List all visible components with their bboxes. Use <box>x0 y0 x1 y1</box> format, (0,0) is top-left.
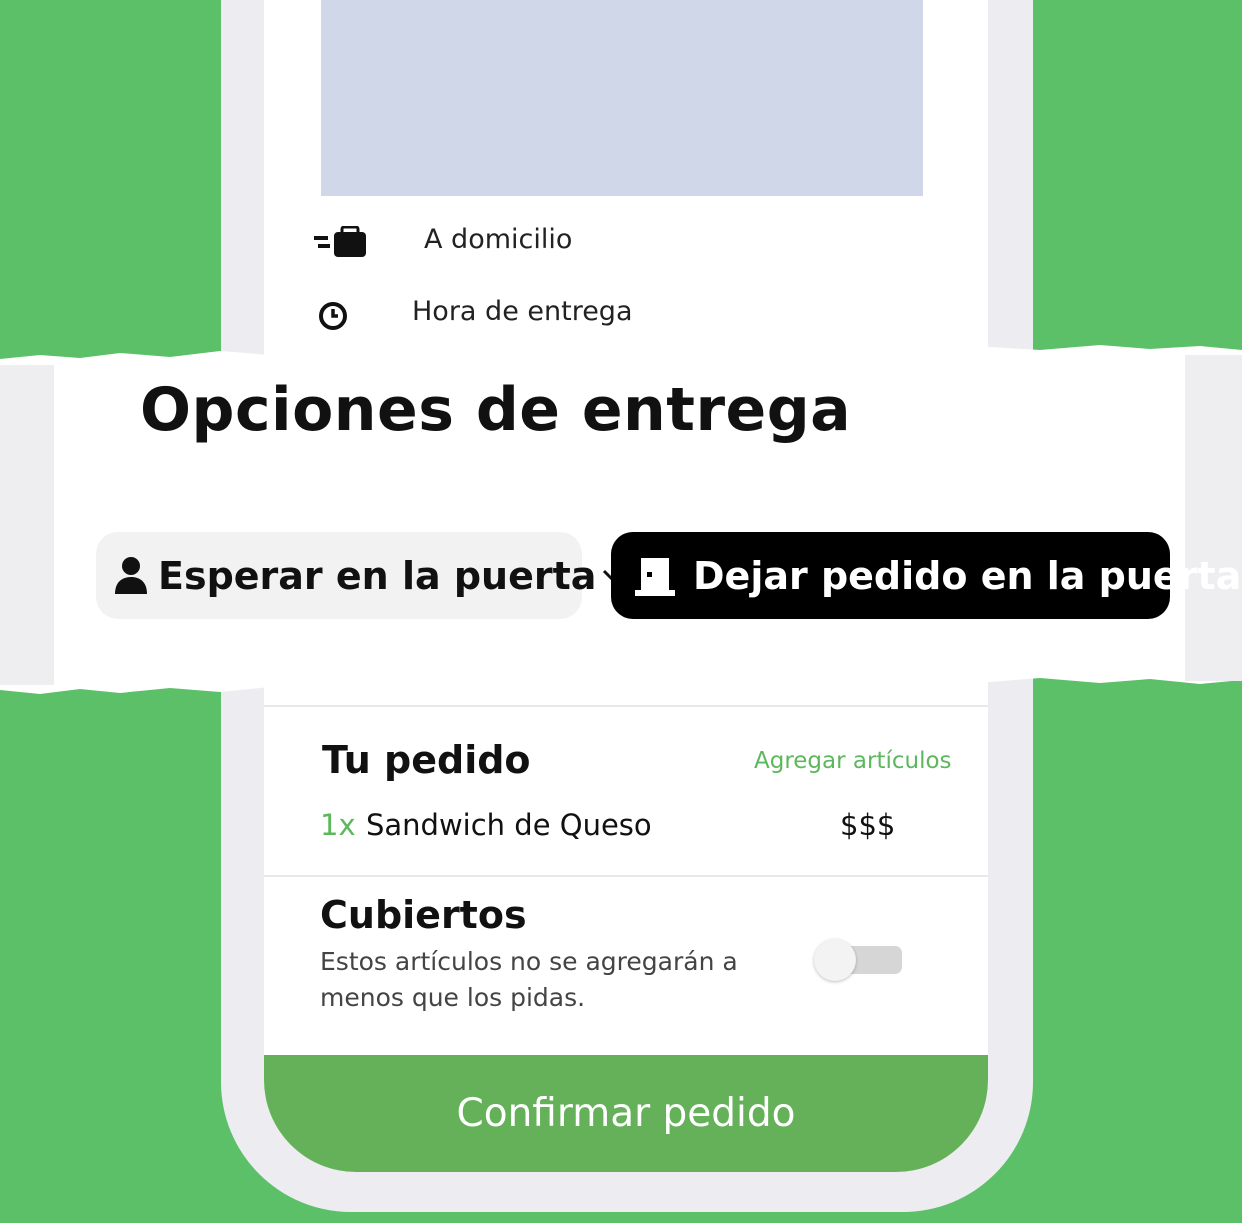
leave-at-door-label: Dejar pedido en la puerta <box>693 553 1242 598</box>
item-price: $$$ <box>840 808 896 842</box>
banner-title: Opciones de entrega <box>140 375 852 445</box>
item-name: Sandwich de Queso <box>366 808 652 842</box>
item-quantity: 1x <box>320 808 356 842</box>
map-preview <box>321 0 923 196</box>
delivery-time-label: Hora de entrega <box>412 296 633 327</box>
clock-icon <box>318 301 348 335</box>
toggle-knob <box>814 939 856 981</box>
cutlery-description: Estos artículos no se agregarán a menos … <box>320 947 738 1012</box>
cutlery-toggle[interactable] <box>814 939 904 981</box>
cutlery-title: Cubiertos <box>320 893 527 937</box>
wait-at-door-label: Esperar en la puerta <box>158 553 597 598</box>
delivery-bag-icon <box>314 225 368 264</box>
delivery-options-banner: Opciones de entrega Esperar en la puerta… <box>0 345 1242 695</box>
divider <box>264 875 988 877</box>
wait-at-door-option[interactable]: Esperar en la puerta <box>96 532 624 619</box>
add-items-link[interactable]: Agregar artículos <box>754 748 952 774</box>
person-icon <box>114 556 148 596</box>
leave-at-door-option[interactable]: Dejar pedido en la puerta <box>611 532 1241 619</box>
door-icon <box>635 556 675 596</box>
delivery-mode-label: A domicilio <box>424 224 573 255</box>
order-title: Tu pedido <box>322 738 531 782</box>
confirm-order-button[interactable]: Confirmar pedido <box>264 1055 988 1172</box>
divider <box>264 705 988 707</box>
confirm-order-label: Confirmar pedido <box>456 1091 796 1136</box>
